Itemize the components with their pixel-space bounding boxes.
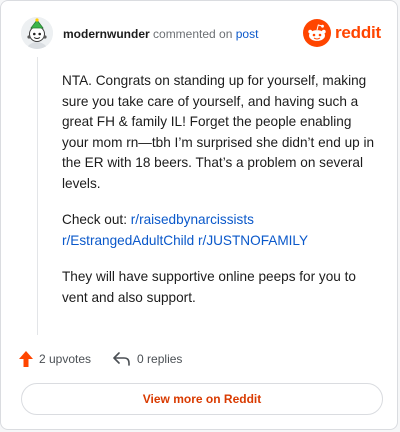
reddit-logo-icon — [302, 19, 331, 47]
check-out-label: Check out: — [62, 212, 127, 227]
thread-line — [37, 57, 38, 335]
post-link[interactable]: post — [236, 27, 259, 41]
replies-count: 0 replies — [137, 352, 183, 366]
comment-paragraph: NTA. Congrats on standing up for yoursel… — [62, 73, 375, 191]
reply-button[interactable]: 0 replies — [113, 352, 182, 366]
upvote-button[interactable]: 2 upvotes — [19, 351, 91, 367]
reddit-brand[interactable]: reddit — [302, 18, 381, 48]
comment-actions: 2 upvotes 0 replies — [19, 349, 204, 369]
reddit-wordmark: reddit — [334, 23, 381, 42]
comment-meta: modernwunder commented on post — [63, 26, 258, 42]
comment-header: modernwunder commented on post reddit — [21, 17, 381, 51]
comment-body: NTA. Congrats on standing up for yoursel… — [62, 71, 377, 324]
subreddit-link-raisedbynarcissists[interactable]: r/raisedbynarcissists — [131, 212, 254, 227]
comment-embed-card: modernwunder commented on post reddit NT… — [0, 0, 398, 430]
upvote-arrow-icon — [19, 351, 33, 367]
user-avatar[interactable] — [21, 17, 53, 49]
comment-paragraph: They will have supportive online peeps f… — [62, 269, 356, 305]
comment-paragraph-links: Check out: r/raisedbynarcissists r/Estra… — [62, 210, 377, 251]
username[interactable]: modernwunder — [63, 27, 150, 41]
upvotes-count: 2 upvotes — [39, 352, 92, 366]
subreddit-link-estrangedadultchild[interactable]: r/EstrangedAdultChild — [62, 233, 194, 248]
view-more-button[interactable]: View more on Reddit — [21, 383, 383, 415]
avatar-image — [21, 17, 53, 49]
commented-on-text: commented on — [153, 27, 233, 41]
reply-arrow-icon — [113, 352, 130, 366]
subreddit-link-justnofamily[interactable]: r/JUSTNOFAMILY — [198, 233, 308, 248]
